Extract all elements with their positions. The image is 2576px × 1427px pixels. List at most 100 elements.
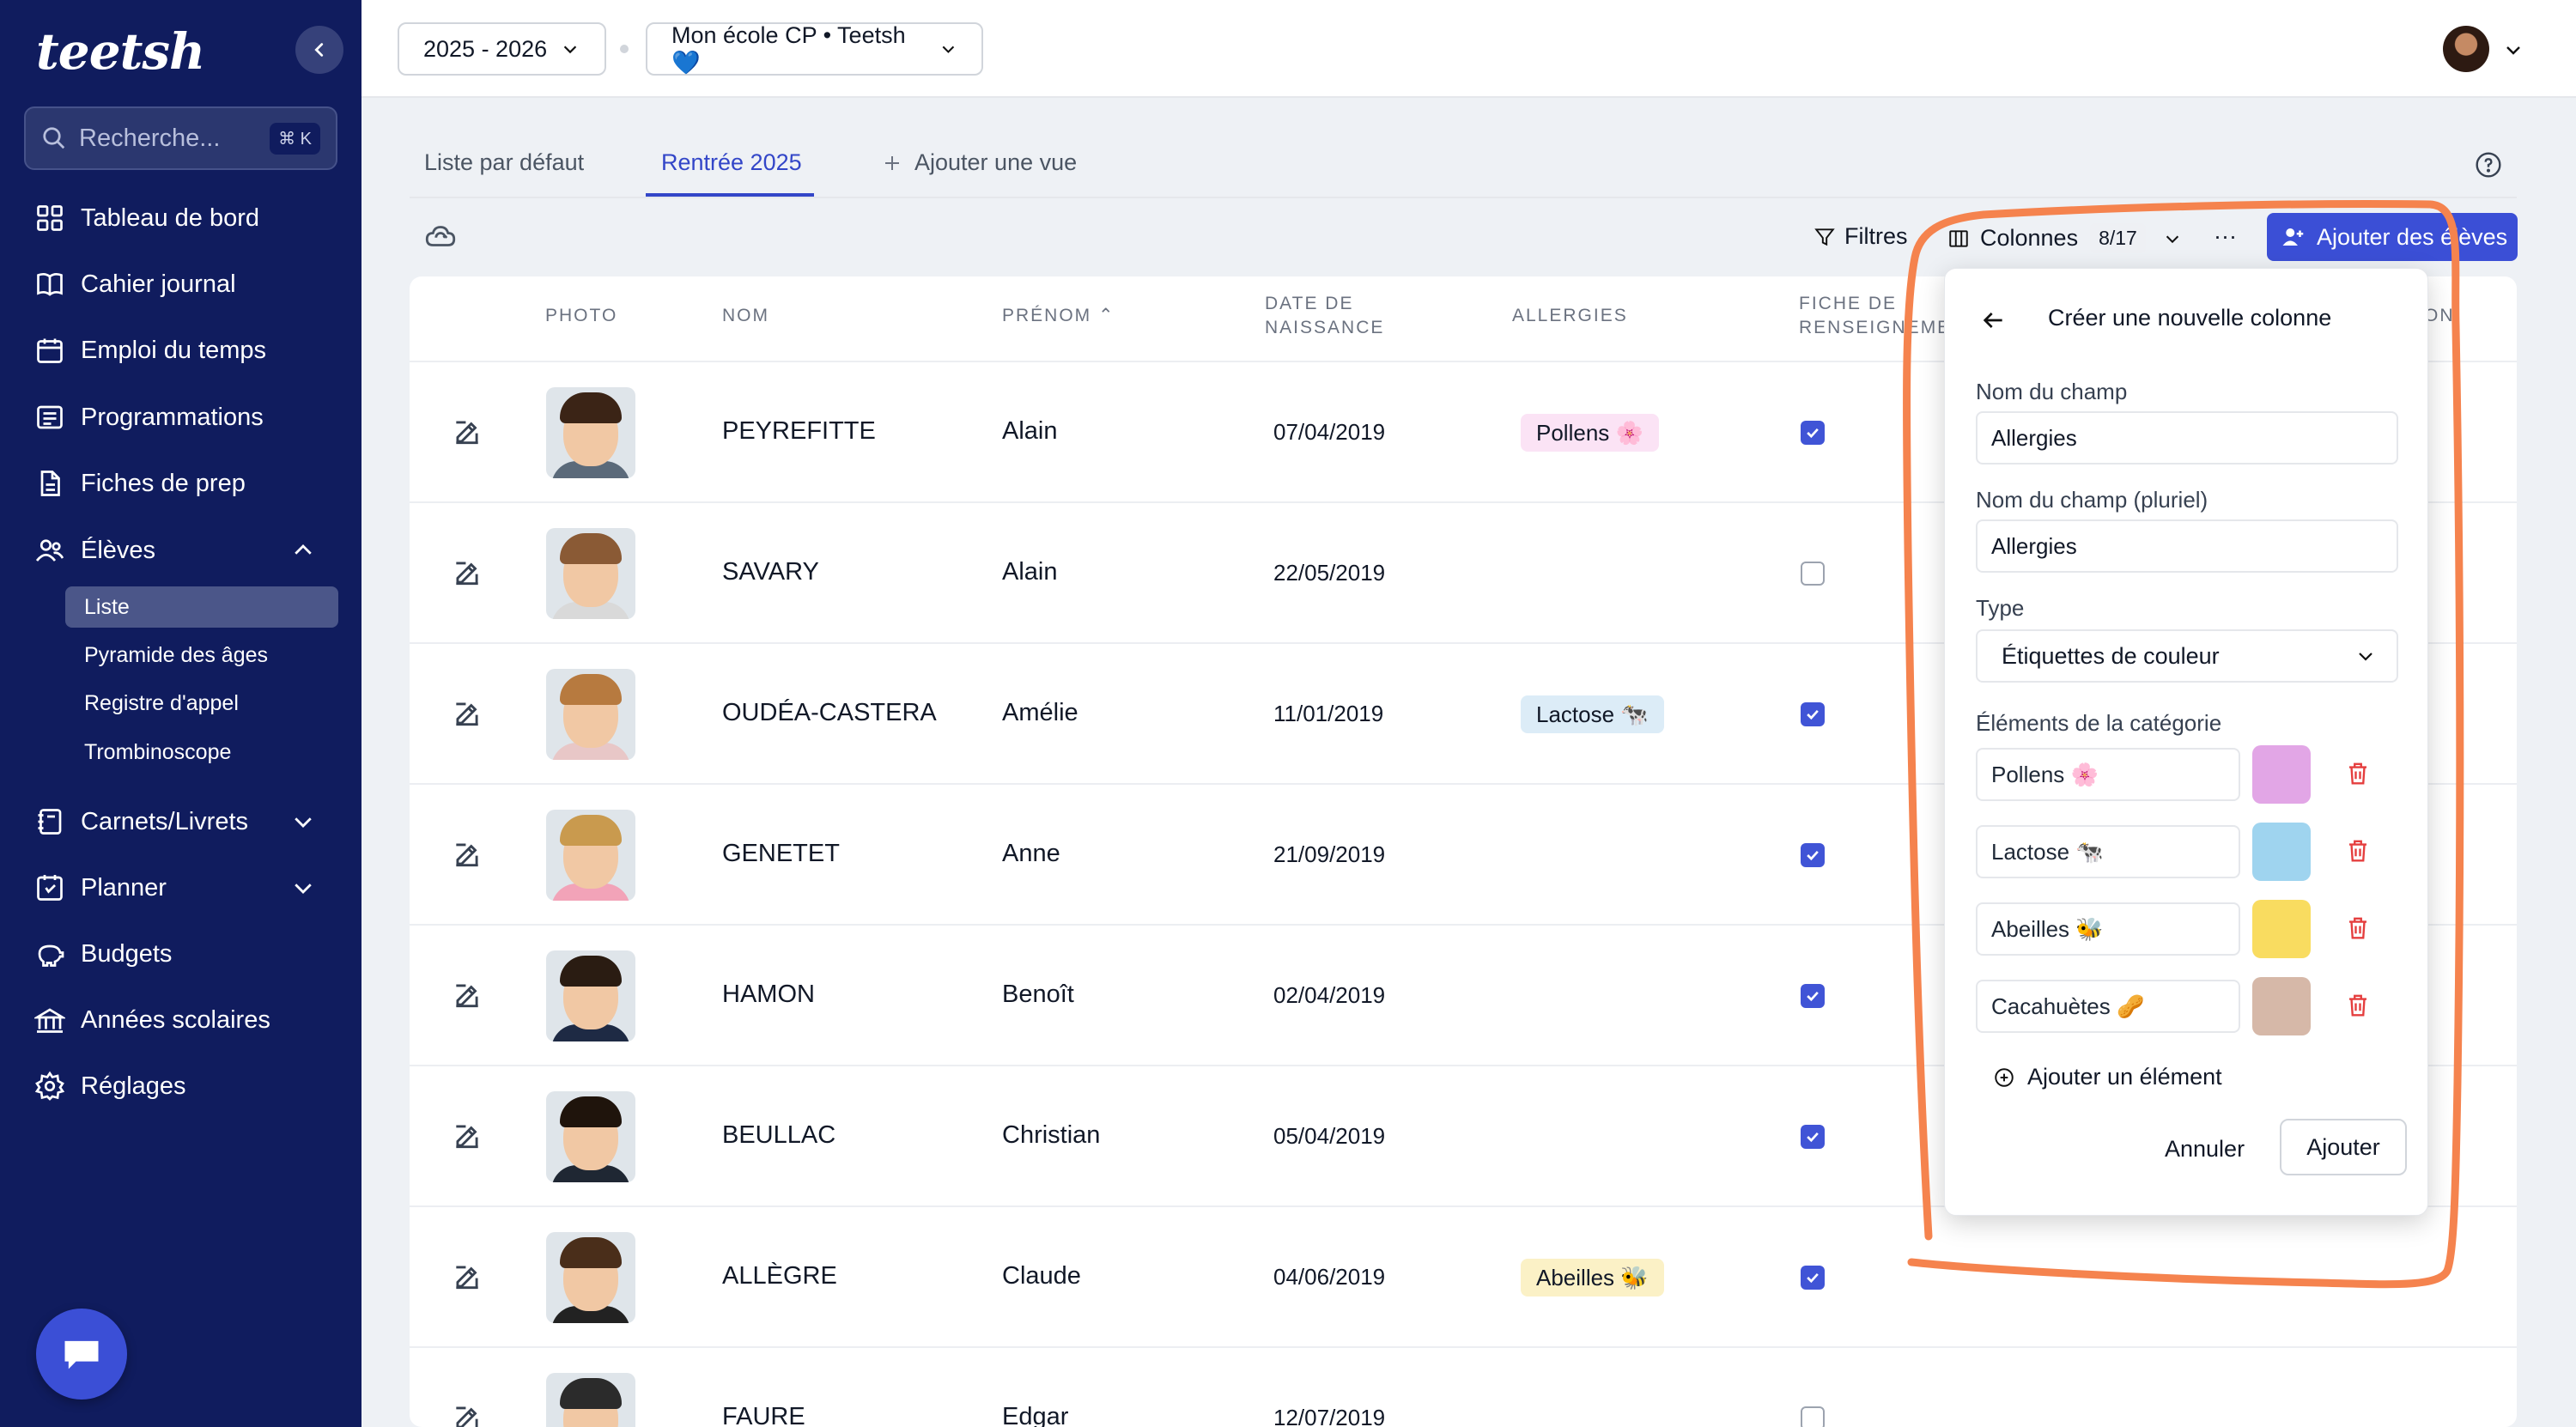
trash-icon[interactable]	[2345, 914, 2371, 942]
filters-button[interactable]: Filtres	[1814, 223, 1908, 250]
cell-prenom: Anne	[1002, 840, 1060, 867]
table-row[interactable]: FAURE Edgar 12/07/2019	[410, 1346, 2517, 1427]
info-sheet-checkbox[interactable]	[1801, 1125, 1825, 1149]
trash-icon[interactable]	[2345, 992, 2371, 1019]
sidebar-subitem-attendance[interactable]: Registre d'appel	[84, 691, 239, 716]
list-icon	[37, 405, 63, 429]
trash-icon[interactable]	[2345, 760, 2371, 787]
edit-icon[interactable]	[451, 1260, 483, 1293]
chevron-down-icon[interactable]	[290, 875, 316, 901]
sidebar-item-timetable[interactable]: Emploi du temps	[34, 325, 266, 376]
header-line: NAISSANCE	[1265, 318, 1385, 337]
column-header-extra[interactable]: ON	[2424, 304, 2455, 328]
color-swatch[interactable]	[2252, 745, 2311, 804]
chevron-down-icon	[563, 46, 577, 54]
color-swatch[interactable]	[2252, 977, 2311, 1035]
add-element-button[interactable]: Ajouter un élément	[1993, 1064, 2222, 1090]
chevron-down-icon[interactable]	[290, 809, 316, 835]
info-sheet-checkbox[interactable]	[1801, 1266, 1825, 1290]
dashboard-icon	[37, 205, 63, 231]
header-line: FICHE DE	[1799, 294, 1898, 313]
cell-nom: GENETET	[722, 840, 840, 867]
column-header-photo[interactable]: PHOTO	[545, 304, 617, 328]
search-input[interactable]: Recherche... ⌘ K	[24, 106, 337, 170]
sidebar-item-budgets[interactable]: Budgets	[34, 928, 172, 980]
sidebar-item-dashboard[interactable]: Tableau de bord	[34, 192, 259, 244]
color-swatch[interactable]	[2252, 900, 2311, 958]
sidebar-item-school-years[interactable]: Années scolaires	[34, 994, 270, 1046]
check-icon	[1807, 991, 1819, 1002]
info-sheet-checkbox[interactable]	[1801, 984, 1825, 1008]
submit-button[interactable]: Ajouter	[2280, 1119, 2407, 1175]
sidebar-item-settings[interactable]: Réglages	[34, 1060, 186, 1112]
column-header-prenom[interactable]: PRÉNOM ⌃	[1002, 304, 1115, 328]
edit-icon[interactable]	[451, 416, 483, 448]
sidebar-subitem-age-pyramid[interactable]: Pyramide des âges	[84, 643, 268, 668]
edit-icon[interactable]	[451, 838, 483, 871]
filters-label: Filtres	[1844, 223, 1908, 249]
field-name-input[interactable]: Allergies	[1976, 411, 2398, 465]
sidebar-subitem-yearbook[interactable]: Trombinoscope	[84, 740, 231, 765]
tab-add-view[interactable]: Ajouter une vue	[882, 149, 1077, 176]
category-element-input[interactable]: Lactose 🐄	[1976, 825, 2240, 878]
type-select[interactable]: Étiquettes de couleur	[1976, 629, 2398, 683]
collapse-sidebar-button[interactable]	[295, 26, 343, 74]
sidebar-item-journal[interactable]: Cahier journal	[34, 258, 236, 310]
cloud-sync-icon[interactable]	[422, 218, 459, 254]
field-plural-input[interactable]: Allergies	[1976, 519, 2398, 573]
category-element-input[interactable]: Cacahuètes 🥜	[1976, 980, 2240, 1033]
cell-birthdate: 05/04/2019	[1273, 1123, 1386, 1149]
help-icon[interactable]	[2475, 151, 2502, 179]
chevron-down-icon[interactable]	[2503, 39, 2524, 60]
school-selector[interactable]: Mon école CP • Teetsh 💙	[646, 22, 983, 76]
cancel-button[interactable]: Annuler	[2165, 1136, 2245, 1163]
info-sheet-checkbox[interactable]	[1801, 421, 1825, 445]
table-row[interactable]: ALLÈGREClaude04/06/2019Abeilles 🐝10	[410, 1205, 2517, 1346]
info-sheet-checkbox[interactable]	[1801, 702, 1825, 726]
columns-label: Colonnes	[1980, 225, 2079, 251]
add-students-button[interactable]: Ajouter des élèves	[2267, 213, 2518, 261]
cell-nom: SAVARY	[722, 558, 819, 586]
tab-default-list[interactable]: Liste par défaut	[424, 149, 584, 176]
year-label: 2025 - 2026	[423, 35, 548, 62]
student-photo	[546, 387, 635, 478]
edit-icon[interactable]	[451, 1120, 483, 1152]
sidebar-item-prep-sheets[interactable]: Fiches de prep	[34, 458, 246, 509]
edit-icon[interactable]	[451, 697, 483, 730]
columns-button[interactable]: Colonnes 8/17	[1947, 223, 2182, 253]
info-sheet-checkbox[interactable]	[1801, 562, 1825, 586]
popover-title: Créer une nouvelle colonne	[2048, 305, 2332, 331]
user-avatar[interactable]	[2443, 26, 2489, 72]
category-element-input[interactable]: Pollens 🌸	[1976, 748, 2240, 801]
gear-icon	[34, 1071, 65, 1101]
edit-icon[interactable]	[451, 979, 483, 1011]
cell-birthdate: 02/04/2019	[1273, 982, 1386, 1008]
chevron-up-icon[interactable]	[290, 537, 316, 563]
info-sheet-checkbox[interactable]	[1801, 843, 1825, 867]
sidebar-item-students[interactable]: Élèves	[34, 525, 312, 576]
sidebar-item-planner[interactable]: Planner	[34, 862, 312, 914]
edit-icon[interactable]	[451, 1401, 483, 1427]
more-options-button[interactable]: ···	[2214, 223, 2237, 250]
columns-count-badge: 8/17	[2090, 223, 2146, 253]
sidebar-subitem-liste[interactable]: Liste	[84, 595, 130, 620]
arrow-left-icon[interactable]	[1979, 307, 2007, 334]
sidebar-item-notebooks[interactable]: Carnets/Livrets	[34, 796, 312, 847]
year-selector[interactable]: 2025 - 2026	[398, 22, 606, 76]
column-header-nom[interactable]: NOM	[722, 304, 769, 328]
column-header-info-sheet[interactable]: FICHE DE RENSEIGNEMEN	[1799, 292, 1965, 340]
trash-icon[interactable]	[2345, 837, 2371, 865]
logo[interactable]: teetsh	[36, 22, 205, 81]
column-header-birthdate[interactable]: DATE DE NAISSANCE	[1265, 292, 1384, 340]
tab-rentree-2025[interactable]: Rentrée 2025	[661, 149, 802, 176]
info-sheet-checkbox[interactable]	[1801, 1406, 1825, 1427]
color-swatch[interactable]	[2252, 823, 2311, 881]
chat-support-button[interactable]	[36, 1309, 127, 1400]
sidebar-item-programmations[interactable]: Programmations	[34, 392, 264, 443]
category-element-input[interactable]: Abeilles 🐝	[1976, 902, 2240, 956]
column-header-allergies[interactable]: ALLERGIES	[1512, 304, 1628, 328]
cell-nom: BEULLAC	[722, 1121, 836, 1149]
sidebar-item-label: Planner	[81, 873, 167, 902]
edit-icon[interactable]	[451, 556, 483, 589]
cell-prenom: Alain	[1002, 558, 1058, 586]
